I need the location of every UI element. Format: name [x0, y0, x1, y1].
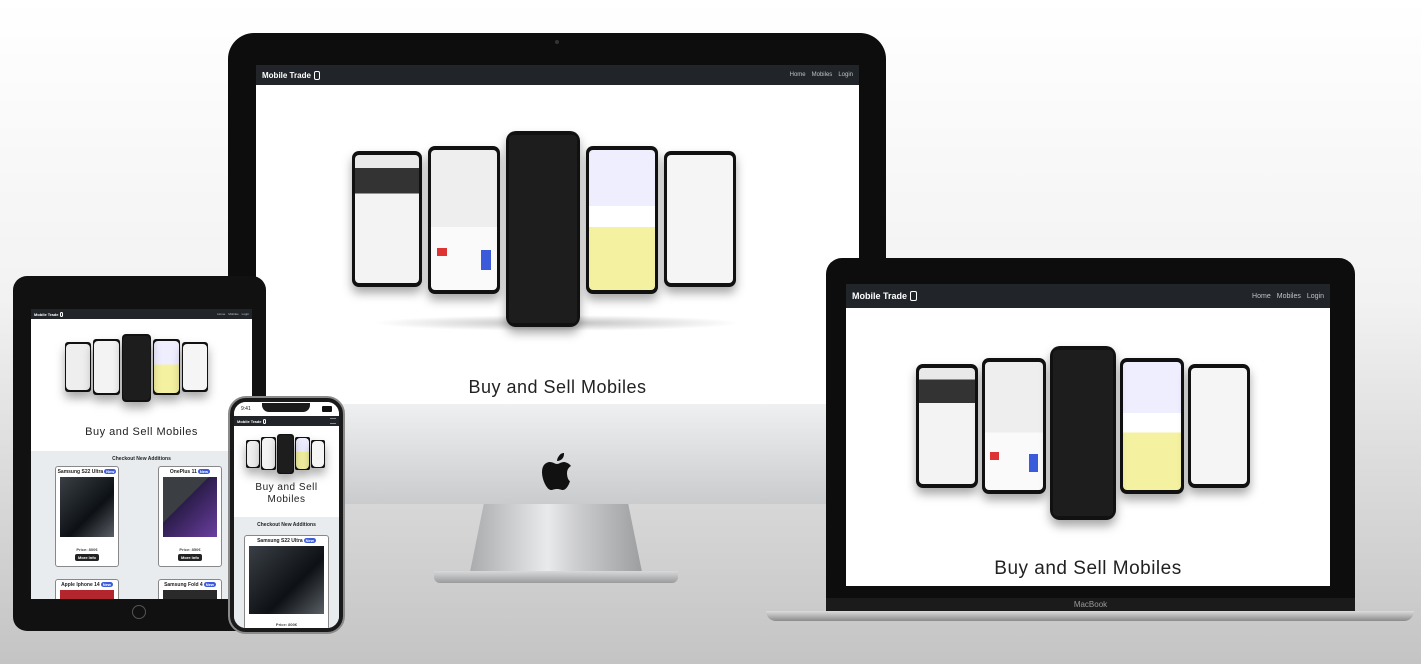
- hero-phones-image: [352, 131, 762, 331]
- phone-notch: [262, 403, 310, 412]
- apple-logo-icon: [542, 453, 571, 490]
- nav-mobiles[interactable]: Mobiles: [812, 72, 833, 78]
- navbar: Mobile Trade Home Mobiles Login: [846, 284, 1330, 308]
- nav-mobiles[interactable]: Mobiles: [1277, 293, 1301, 300]
- new-badge: New: [100, 582, 113, 587]
- nav-login[interactable]: Login: [838, 72, 853, 78]
- hero-headline: Buy and Sell Mobiles: [468, 377, 647, 397]
- phone-screen: 9:41 Mobile Trade Buy and Sell Mobiles C…: [234, 402, 339, 628]
- imac-screen: Mobile Trade Home Mobiles Login Buy and …: [256, 65, 859, 404]
- brand[interactable]: Mobile Trade: [34, 311, 64, 317]
- additions-title: Checkout New Additions: [257, 522, 316, 528]
- brand[interactable]: Mobile Trade: [852, 291, 918, 301]
- laptop-label: MacBook: [826, 598, 1355, 612]
- nav-login[interactable]: Login: [242, 312, 249, 316]
- nav-home[interactable]: Home: [790, 72, 806, 78]
- new-badge: New: [303, 538, 316, 543]
- new-badge: New: [197, 469, 211, 474]
- card-price: Price: 800€: [76, 547, 98, 552]
- card-title: Samsung Fold 4 New: [164, 582, 216, 588]
- nav-links: Home Mobiles Login: [1252, 293, 1324, 300]
- product-image: [163, 590, 217, 599]
- tablet-home-button[interactable]: [132, 605, 146, 619]
- navbar: Mobile Trade Home Mobiles Login: [31, 309, 252, 319]
- imac-base: [434, 571, 678, 583]
- tablet-screen: Mobile Trade Home Mobiles Login Buy and …: [31, 309, 252, 599]
- product-card: OnePlus 11 New Price: 850€ More Info: [158, 466, 222, 567]
- additions-section: Checkout New Additions Samsung S22 Ultra…: [234, 517, 339, 628]
- navbar: Mobile Trade: [234, 416, 339, 426]
- product-image: [60, 590, 114, 599]
- navbar: Mobile Trade Home Mobiles Login: [256, 65, 859, 85]
- card-title: Apple Iphone 14 New: [61, 582, 113, 588]
- phone-icon: [910, 291, 918, 301]
- nav-home[interactable]: Home: [217, 312, 225, 316]
- nav-login[interactable]: Login: [1307, 293, 1324, 300]
- menu-toggle-icon[interactable]: [330, 418, 336, 424]
- hero-headline: Buy and Sell Mobiles: [994, 558, 1182, 579]
- card-title: OnePlus 11 New: [169, 469, 211, 475]
- more-info-button[interactable]: More Info: [75, 554, 99, 561]
- hero-headline: Buy and Sell Mobiles: [85, 426, 198, 438]
- laptop-base: [766, 611, 1414, 621]
- card-price: Price: 800€: [275, 622, 298, 627]
- phone-icon: [313, 70, 320, 80]
- brand[interactable]: Mobile Trade: [262, 70, 320, 80]
- nav-home[interactable]: Home: [1252, 293, 1271, 300]
- new-badge: New: [203, 582, 216, 587]
- phone-icon: [60, 311, 64, 317]
- new-badge: New: [104, 469, 117, 474]
- card-title: Samsung S22 Ultra New: [57, 469, 117, 475]
- phone-icon: [263, 418, 267, 424]
- card-price: Price: 850€: [179, 547, 201, 552]
- product-card: Samsung S22 Ultra New Price: 800€: [244, 535, 329, 628]
- additions-section: Checkout New Additions Samsung S22 Ultra…: [31, 451, 252, 599]
- imac-camera: [555, 40, 559, 44]
- battery-icon: [322, 406, 332, 412]
- product-card: Samsung Fold 4 New: [158, 579, 222, 599]
- nav-links: Home Mobiles Login: [217, 312, 249, 316]
- product-card: Samsung S22 Ultra New Price: 800€ More In…: [55, 466, 119, 567]
- product-image: [60, 477, 114, 537]
- more-info-button[interactable]: More Info: [178, 554, 202, 561]
- card-title: Samsung S22 Ultra New: [257, 538, 316, 544]
- hero-phones-image: [246, 434, 328, 476]
- additions-title: Checkout New Additions: [112, 456, 171, 462]
- status-time: 9:41: [241, 406, 251, 412]
- hero-phones-image: [916, 346, 1270, 526]
- laptop-screen: Mobile Trade Home Mobiles Login Buy and …: [846, 284, 1330, 586]
- nav-links: Home Mobiles Login: [790, 72, 853, 78]
- product-image: [249, 546, 324, 614]
- nav-mobiles[interactable]: Mobiles: [228, 312, 238, 316]
- product-card: Apple Iphone 14 New: [55, 579, 119, 599]
- hero-headline: Buy and Sell Mobiles: [255, 482, 318, 505]
- product-image: [163, 477, 217, 537]
- imac-stand: [470, 504, 642, 572]
- hero-phones-image: [65, 334, 215, 404]
- brand[interactable]: Mobile Trade: [237, 418, 267, 424]
